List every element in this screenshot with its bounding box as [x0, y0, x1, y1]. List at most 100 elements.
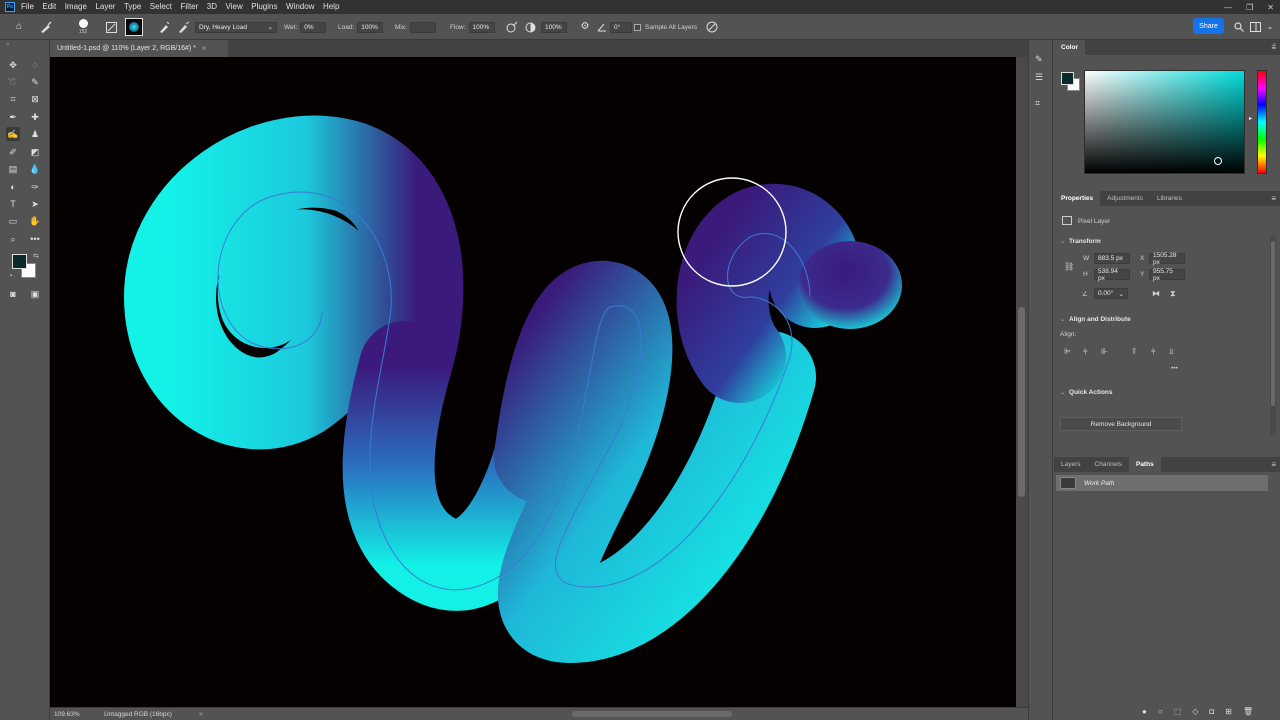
load-field[interactable]: 100% [357, 21, 384, 33]
menu-edit[interactable]: Edit [42, 0, 56, 14]
transform-section-header[interactable]: ⌄ Transform [1060, 238, 1101, 245]
smoothing-field[interactable]: 100% [541, 21, 567, 33]
delete-path-icon[interactable]: 🗑 [1243, 707, 1253, 716]
screen-mode-icon[interactable]: ▣ [28, 287, 42, 301]
angle-field[interactable]: 0° [610, 21, 632, 33]
mixer-brush-tool-icon[interactable]: ✍ [6, 127, 20, 141]
home-icon[interactable]: ⌂ [12, 14, 26, 40]
menu-type[interactable]: Type [124, 0, 141, 14]
more-tools-icon[interactable]: ••• [28, 232, 42, 246]
menu-help[interactable]: Help [323, 0, 339, 14]
horizontal-scroll-thumb[interactable] [572, 711, 732, 717]
history-brush-tool-icon[interactable]: ✐ [6, 145, 20, 159]
add-mask-icon[interactable]: ◘ [1209, 707, 1214, 716]
eraser-tool-icon[interactable]: ◩ [28, 145, 42, 159]
document-tab[interactable]: Untitled-1.psd @ 110% (Layer 2, RGB/16#)… [50, 40, 228, 57]
width-field[interactable]: 883.5 px [1094, 253, 1130, 264]
dodge-tool-icon[interactable]: ◐ [6, 180, 20, 194]
rectangle-tool-icon[interactable]: ▭ [6, 214, 20, 228]
move-tool-icon[interactable]: ✥ [6, 58, 20, 72]
minimize-icon[interactable]: — [1224, 3, 1232, 12]
menu-filter[interactable]: Filter [181, 0, 199, 14]
foreground-color-swatch[interactable] [12, 254, 27, 269]
new-path-icon[interactable]: ⊞ [1225, 707, 1232, 716]
color-picker-field[interactable] [1084, 70, 1245, 174]
clone-stamp-tool-icon[interactable]: ♟ [28, 127, 42, 141]
fill-path-icon[interactable]: ● [1142, 707, 1147, 716]
clean-brush-icon[interactable] [175, 14, 191, 40]
zoom-level[interactable]: 109.63% [54, 711, 104, 718]
tab-adjustments[interactable]: Adjustments [1100, 191, 1150, 206]
load-brush-icon[interactable] [156, 14, 172, 40]
tab-layers[interactable]: Layers [1054, 457, 1088, 472]
tab-channels[interactable]: Channels [1088, 457, 1129, 472]
menu-image[interactable]: Image [65, 0, 87, 14]
gear-icon[interactable]: ⚙ [578, 14, 592, 40]
scroll-thumb[interactable] [1271, 241, 1275, 406]
sample-all-layers-checkbox[interactable] [634, 23, 641, 31]
brush-settings-panel-icon[interactable]: ✎ [1035, 54, 1043, 65]
current-brush-load-swatch[interactable] [125, 14, 145, 40]
menu-view[interactable]: View [226, 0, 243, 14]
load-as-selection-icon[interactable]: ⬚ [1174, 707, 1182, 716]
more-options-icon[interactable]: ••• [1171, 365, 1178, 372]
rotation-field[interactable]: 0.00° ⌄ [1094, 288, 1128, 299]
hue-slider[interactable] [1257, 70, 1267, 174]
align-top-icon[interactable]: ⫪ [1132, 347, 1137, 357]
flow-field[interactable]: 100% [468, 21, 495, 33]
airbrush-icon[interactable] [505, 14, 519, 40]
crop-tool-icon[interactable]: ⌗ [6, 92, 20, 106]
align-middle-vertical-icon[interactable]: ⫩ [1151, 347, 1156, 357]
default-colors-icon[interactable]: ▪ [10, 273, 12, 279]
scroll-thumb[interactable] [1018, 307, 1025, 497]
wet-field[interactable]: 0% [300, 21, 327, 33]
workspace-icon[interactable] [1248, 14, 1262, 40]
close-icon[interactable]: ✕ [1267, 3, 1274, 12]
path-row[interactable]: Work Path [1056, 475, 1268, 491]
x-field[interactable]: 1505.28 px [1149, 252, 1185, 266]
tab-properties[interactable]: Properties [1054, 191, 1101, 206]
info-panel-icon[interactable]: ⌗ [1035, 98, 1040, 109]
collapse-icon[interactable]: « [1273, 42, 1276, 48]
quick-mask-icon[interactable]: ◙ [6, 287, 20, 301]
menu-layer[interactable]: Layer [95, 0, 115, 14]
brush-size-preview[interactable]: 152 [76, 14, 90, 40]
align-center-horizontal-icon[interactable]: ⫩ [1083, 347, 1088, 357]
chevron-down-icon[interactable]: ⌄ [1264, 14, 1276, 40]
menu-plugins[interactable]: Plugins [251, 0, 277, 14]
status-menu-arrow-icon[interactable]: > [199, 711, 203, 718]
blur-tool-icon[interactable]: 💧 [28, 162, 42, 176]
link-icon[interactable]: ⛓ [1064, 262, 1074, 271]
flip-horizontal-icon[interactable]: ⧓ [1152, 289, 1160, 298]
make-work-path-icon[interactable]: ◇ [1192, 707, 1198, 716]
menu-file[interactable]: File [21, 0, 34, 14]
quick-actions-section-header[interactable]: ⌄ Quick Actions [1060, 389, 1113, 396]
adjustments-panel-icon[interactable]: ☰ [1035, 72, 1043, 83]
menu-3d[interactable]: 3D [207, 0, 217, 14]
menu-select[interactable]: Select [150, 0, 172, 14]
mixer-brush-tool-icon[interactable] [36, 14, 56, 40]
marquee-tool-icon[interactable]: ◌ [28, 58, 42, 72]
photoshop-logo[interactable]: Ps [5, 2, 15, 12]
lasso-tool-icon[interactable]: ➰ [6, 75, 20, 89]
zoom-tool-icon[interactable]: ⌕ [6, 232, 20, 246]
collapse-icon[interactable]: » [6, 42, 9, 48]
menu-window[interactable]: Window [286, 0, 314, 14]
search-icon[interactable] [1232, 14, 1246, 40]
foreground-color-swatch[interactable] [1061, 72, 1074, 85]
align-left-icon[interactable]: ⊫ [1064, 347, 1071, 356]
mix-field[interactable] [409, 21, 436, 33]
brush-preset-select[interactable]: Dry, Heavy Load ⌄ [195, 21, 277, 33]
stroke-path-icon[interactable]: ○ [1158, 707, 1163, 716]
frame-tool-icon[interactable]: ⊠ [28, 92, 42, 106]
remove-background-button[interactable]: Remove Background [1060, 417, 1182, 431]
panel-menu-icon[interactable]: ≡ [1271, 191, 1276, 206]
hue-slider-handle-icon[interactable]: ▸ [1249, 115, 1252, 122]
eyedropper-tool-icon[interactable]: ✒ [6, 110, 20, 124]
color-picker-marker[interactable] [1214, 157, 1222, 165]
tab-libraries[interactable]: Libraries [1150, 191, 1189, 206]
smoothing-icon[interactable] [523, 14, 537, 40]
tab-color[interactable]: Color [1054, 40, 1085, 55]
properties-scrollbar[interactable] [1270, 235, 1276, 435]
panel-menu-icon[interactable]: ≡ [1271, 457, 1276, 472]
